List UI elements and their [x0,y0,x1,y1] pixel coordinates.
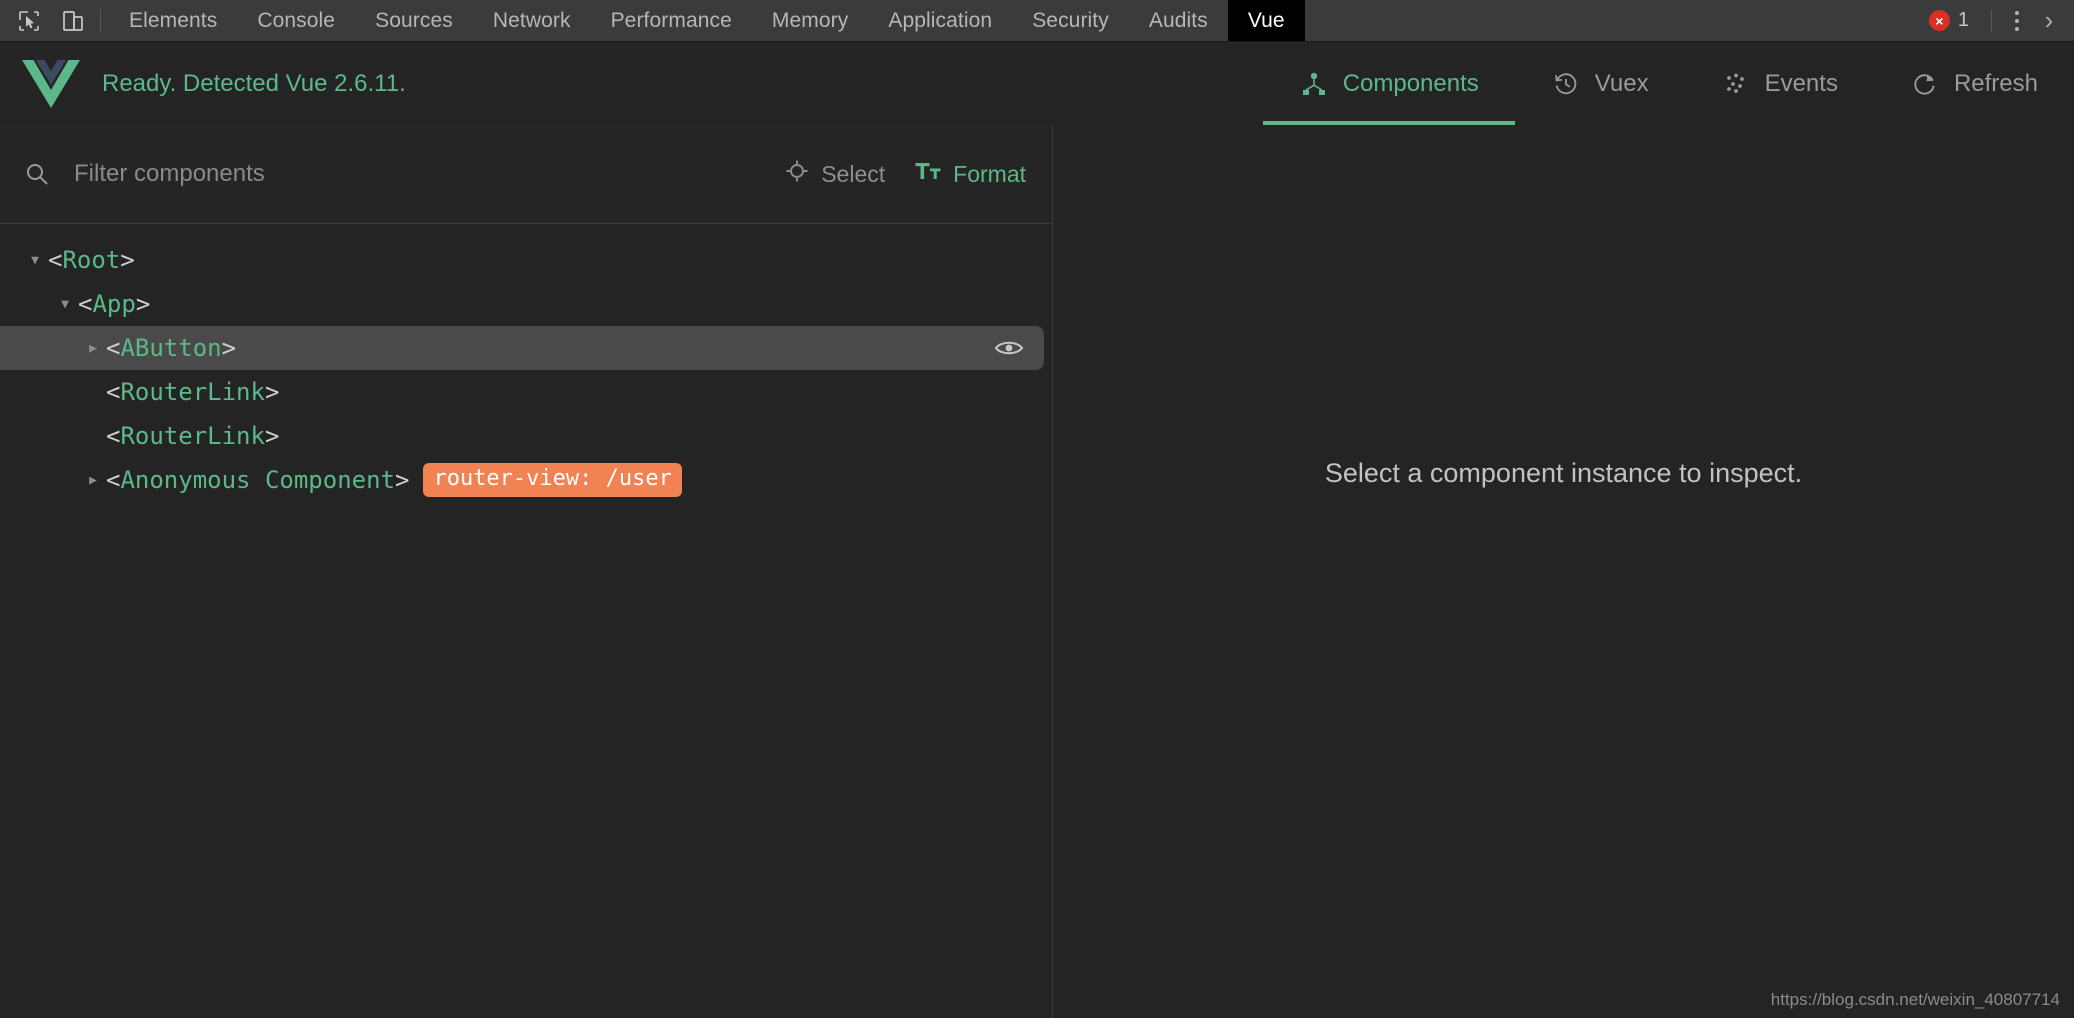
error-icon: × [1928,10,1950,31]
toolbar-divider [100,9,101,32]
tag-close-bracket: > [264,378,280,406]
toolbar-right-group: × 1 › [1917,0,2074,41]
vue-nav-label: Events [1764,69,1838,97]
vue-nav: Components Vuex Events Refresh [1262,42,2074,125]
tag-open-bracket: < [106,334,121,362]
tag-close-bracket: > [221,334,237,362]
vue-nav-label: Refresh [1953,69,2038,97]
history-clock-icon [1551,69,1581,99]
tag-close-bracket: > [264,422,280,450]
target-crosshair-icon [785,159,809,189]
tag-close-bracket: > [135,290,151,318]
tab-performance[interactable]: Performance [591,0,752,41]
component-name: Root [62,246,121,274]
component-name: RouterLink [120,378,265,406]
tree-row[interactable]: ▶ < Anonymous Component > router-view: /us… [0,458,1052,502]
filter-actions: Select Format [785,159,1026,189]
chevron-down-icon[interactable]: ▼ [52,297,78,312]
component-tree[interactable]: ▼ < Root > ▼ < App > ▶ < AButton > < Rou… [0,224,1052,1018]
tab-elements[interactable]: Elements [109,0,237,41]
components-tree-icon [1299,69,1329,99]
component-name: App [92,290,136,318]
tree-row[interactable]: ▶ <RouterLink> [0,370,1052,414]
component-name: AButton [120,334,222,362]
tree-row[interactable]: ▶ <RouterLink> [0,414,1052,458]
events-dots-icon [1721,69,1751,99]
filter-bar: Select Format [0,125,1052,224]
close-chevron-icon[interactable]: › [2034,5,2064,36]
tree-row-selected[interactable]: ▶ < AButton > [0,326,1044,370]
components-pane: Select Format [0,125,1053,1018]
router-view-badge: router-view: /user [423,463,682,497]
tab-memory[interactable]: Memory [752,0,868,41]
select-component-button[interactable]: Select [785,159,885,189]
toolbar-icon-group [0,0,96,41]
device-toolbar-icon[interactable] [56,6,90,36]
vue-nav-components[interactable]: Components [1262,42,1515,125]
error-count: 1 [1957,9,1969,31]
tag-open-bracket: < [106,422,121,450]
tree-row[interactable]: ▼ < Root > [0,238,1052,282]
inspector-pane: Select a component instance to inspect. … [1053,125,2074,1018]
tab-vue[interactable]: Vue [1227,0,1305,41]
chevron-right-icon[interactable]: ▶ [80,473,106,488]
select-label: Select [821,160,886,187]
component-name: RouterLink [120,422,265,450]
tab-sources[interactable]: Sources [355,0,473,41]
search-icon [24,161,56,187]
vue-nav-events[interactable]: Events [1685,42,1874,125]
kebab-menu-icon[interactable] [2002,6,2032,36]
tab-console[interactable]: Console [237,0,355,41]
devtools-tab-list: Elements Console Sources Network Perform… [109,0,1305,41]
vue-brand: Ready. Detected Vue 2.6.11. [0,58,406,110]
component-name: Anonymous Component [120,466,395,494]
tab-network[interactable]: Network [473,0,591,41]
chevron-down-icon[interactable]: ▼ [22,253,48,268]
tag-open-bracket: < [78,290,93,318]
vue-status-text: Ready. Detected Vue 2.6.11. [102,69,406,97]
tree-row[interactable]: ▼ < App > [0,282,1052,326]
tab-application[interactable]: Application [868,0,1012,41]
chevron-right-icon[interactable]: ▶ [80,341,106,356]
tab-audits[interactable]: Audits [1129,0,1228,41]
eye-icon[interactable] [992,331,1026,365]
toolbar-right-divider [1991,9,1992,32]
tab-security[interactable]: Security [1012,0,1129,41]
tag-close-bracket: > [120,246,135,274]
format-label: Format [953,160,1026,187]
vue-nav-refresh[interactable]: Refresh [1874,42,2074,125]
vue-nav-label: Vuex [1594,69,1649,97]
vue-devtools-header: Ready. Detected Vue 2.6.11. Components V… [0,42,2074,125]
inspect-element-icon[interactable] [12,6,46,36]
vue-nav-label: Components [1342,69,1479,97]
tag-open-bracket: < [48,246,63,274]
devtools-toolbar: Elements Console Sources Network Perform… [0,0,2074,42]
vue-logo-icon [22,58,80,110]
tag-close-bracket: > [395,466,410,494]
text-format-icon [915,159,941,189]
error-badge[interactable]: × 1 [1917,9,1981,32]
panel-body: Select Format [0,125,2074,1018]
refresh-icon [1910,69,1940,99]
vue-nav-vuex[interactable]: Vuex [1515,42,1685,125]
watermark-text: https://blog.csdn.net/weixin_40807714 [1770,990,2060,1009]
inspector-empty-message: Select a component instance to inspect. [1324,458,1803,488]
format-toggle-button[interactable]: Format [915,159,1026,189]
tag-open-bracket: < [106,466,121,494]
filter-components-input[interactable] [56,160,786,188]
tag-open-bracket: < [106,378,121,406]
